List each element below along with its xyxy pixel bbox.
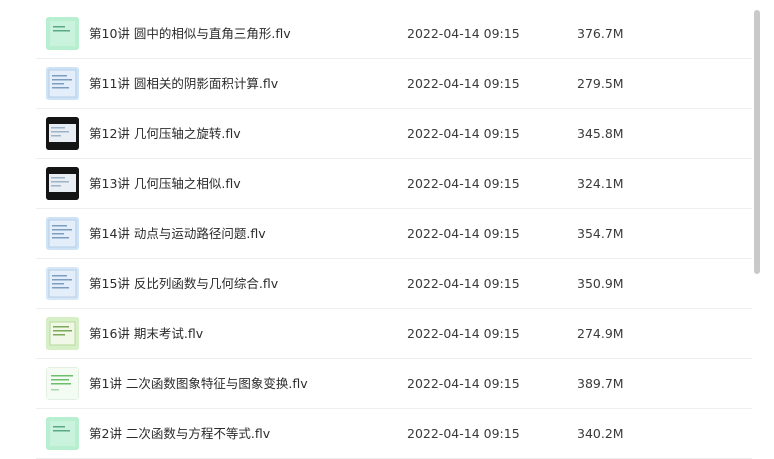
file-row[interactable]: 第15讲 反比列函数与几何综合.flv 2022-04-14 09:15 350.9… (0, 259, 752, 309)
scrollbar-track[interactable] (752, 0, 774, 457)
file-list: 第10讲 圆中的相似与直角三角形.flv 2022-04-14 09:15 376.… (0, 0, 752, 459)
file-row[interactable]: 第11讲 圆相关的阴影面积计算.flv 2022-04-14 09:15 279.5… (0, 59, 752, 109)
file-row[interactable]: 第2讲 二次函数与方程不等式.flv 2022-04-14 09:15 340.2M (0, 409, 752, 459)
video-thumbnail-icon[interactable] (46, 267, 79, 300)
file-row[interactable]: 第16讲 期末考试.flv 2022-04-14 09:15 274.9M (0, 309, 752, 359)
file-size: 324.1M (577, 176, 624, 191)
file-size: 345.8M (577, 126, 624, 141)
file-row[interactable]: 第10讲 圆中的相似与直角三角形.flv 2022-04-14 09:15 376.… (0, 9, 752, 59)
file-size: 354.7M (577, 226, 624, 241)
file-modified-date: 2022-04-14 09:15 (407, 126, 520, 141)
file-modified-date: 2022-04-14 09:15 (407, 276, 520, 291)
video-thumbnail-icon[interactable] (46, 317, 79, 350)
file-name[interactable]: 第12讲 几何压轴之旋转.flv (89, 109, 241, 159)
file-name[interactable]: 第14讲 动点与运动路径问题.flv (89, 209, 266, 259)
video-thumbnail-icon[interactable] (46, 117, 79, 150)
file-modified-date: 2022-04-14 09:15 (407, 226, 520, 241)
video-thumbnail-icon[interactable] (46, 367, 79, 400)
video-thumbnail-icon[interactable] (46, 417, 79, 450)
file-name[interactable]: 第13讲 几何压轴之相似.flv (89, 159, 241, 209)
file-size: 389.7M (577, 376, 624, 391)
file-modified-date: 2022-04-14 09:15 (407, 376, 520, 391)
file-name[interactable]: 第11讲 圆相关的阴影面积计算.flv (89, 59, 278, 109)
file-size: 274.9M (577, 326, 624, 341)
file-size: 376.7M (577, 26, 624, 41)
video-thumbnail-icon[interactable] (46, 217, 79, 250)
file-size: 340.2M (577, 426, 624, 441)
file-name[interactable]: 第10讲 圆中的相似与直角三角形.flv (89, 9, 291, 59)
file-name[interactable]: 第15讲 反比列函数与几何综合.flv (89, 259, 278, 309)
file-name[interactable]: 第16讲 期末考试.flv (89, 309, 203, 359)
file-row[interactable]: 第14讲 动点与运动路径问题.flv 2022-04-14 09:15 354.7M (0, 209, 752, 259)
file-name[interactable]: 第1讲 二次函数图象特征与图象变换.flv (89, 359, 308, 409)
file-modified-date: 2022-04-14 09:15 (407, 76, 520, 91)
video-thumbnail-icon[interactable] (46, 17, 79, 50)
file-row[interactable]: 第1讲 二次函数图象特征与图象变换.flv 2022-04-14 09:15 389… (0, 359, 752, 409)
file-modified-date: 2022-04-14 09:15 (407, 176, 520, 191)
file-modified-date: 2022-04-14 09:15 (407, 26, 520, 41)
file-modified-date: 2022-04-14 09:15 (407, 326, 520, 341)
file-modified-date: 2022-04-14 09:15 (407, 426, 520, 441)
file-size: 279.5M (577, 76, 624, 91)
file-size: 350.9M (577, 276, 624, 291)
video-thumbnail-icon[interactable] (46, 167, 79, 200)
file-row[interactable]: 第12讲 几何压轴之旋转.flv 2022-04-14 09:15 345.8M (0, 109, 752, 159)
file-row[interactable]: 第13讲 几何压轴之相似.flv 2022-04-14 09:15 324.1M (0, 159, 752, 209)
file-name[interactable]: 第2讲 二次函数与方程不等式.flv (89, 409, 270, 459)
scrollbar-thumb[interactable] (754, 10, 760, 274)
video-thumbnail-icon[interactable] (46, 67, 79, 100)
